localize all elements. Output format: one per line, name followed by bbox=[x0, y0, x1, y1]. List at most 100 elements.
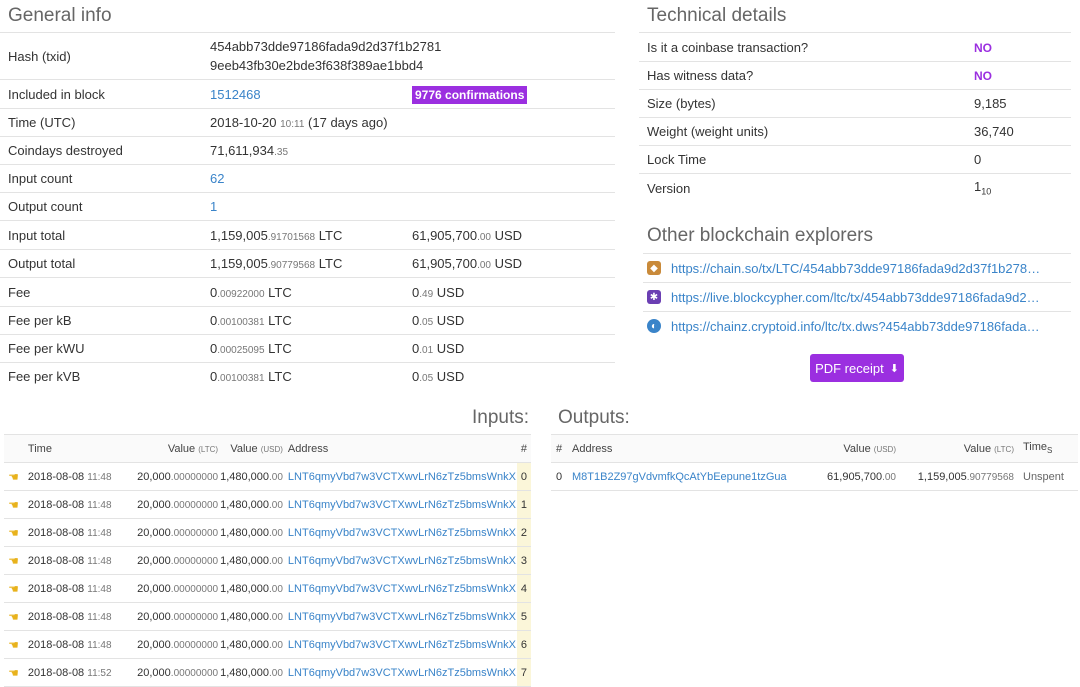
outputs-title: Outputs: bbox=[558, 407, 630, 428]
input-usd-main: 1,480,000 bbox=[220, 666, 270, 679]
input-address-link[interactable]: LNT6qmyVbd7w3VCTXwvLrN6zTz5bmsWnkX bbox=[288, 639, 516, 651]
output-status: Unspent bbox=[1015, 462, 1078, 491]
output-ltc-frac: .90779568 bbox=[966, 471, 1014, 483]
output-usd-frac: .00 bbox=[882, 471, 896, 483]
explorer-link-cryptoid[interactable]: https://chainz.cryptoid.info/ltc/tx.dws?… bbox=[671, 319, 1041, 334]
inputs-table: Time Value (LTC) Value (USD) Address # ☚… bbox=[4, 434, 531, 687]
input-usd-main: 1,480,000 bbox=[220, 610, 270, 623]
input-ltc-frac: .00000000 bbox=[170, 639, 219, 651]
input-link-icon[interactable]: ☚ bbox=[8, 470, 19, 484]
usd-unit: USD bbox=[494, 227, 523, 243]
usd-unit: USD bbox=[436, 369, 465, 385]
input-usd-main: 1,480,000 bbox=[220, 638, 270, 651]
input-link-icon[interactable]: ☚ bbox=[8, 666, 19, 680]
input-ltc-main: 20,000 bbox=[137, 638, 171, 651]
input-link-icon[interactable]: ☚ bbox=[8, 554, 19, 568]
input-ltc-frac: .00000000 bbox=[170, 583, 219, 595]
input-link-icon[interactable]: ☚ bbox=[8, 498, 19, 512]
input-date: 2018-08-08 bbox=[27, 666, 85, 679]
coinbase-value: NO bbox=[974, 40, 992, 55]
fee-unit: LTC bbox=[268, 284, 292, 300]
input-link-icon[interactable]: ☚ bbox=[8, 582, 19, 596]
hash-row: Hash (txid) 454abb73dde97186fada9d2d37f1… bbox=[0, 32, 615, 80]
input-clock: 11:48 bbox=[87, 471, 112, 483]
input-total-label: Input total bbox=[0, 220, 202, 250]
witness-row: Has witness data? NO bbox=[639, 61, 1071, 90]
cryptoid-icon: ◐ bbox=[647, 319, 661, 333]
output-total-unit: LTC bbox=[318, 256, 343, 271]
input-address-link[interactable]: LNT6qmyVbd7w3VCTXwvLrN6zTz5bmsWnkX bbox=[288, 583, 516, 595]
input-link-icon[interactable]: ☚ bbox=[8, 526, 19, 540]
input-total-main: 1,159,005 bbox=[210, 227, 268, 243]
explorer-blockcypher[interactable]: ✱ https://live.blockcypher.com/ltc/tx/45… bbox=[643, 282, 1071, 311]
fee-kvb-row: Fee per kVB 0.00100381 LTC 0.05 USD bbox=[0, 362, 615, 391]
outputs-header-value-usd: Value bbox=[843, 442, 871, 455]
input-address-link[interactable]: LNT6qmyVbd7w3VCTXwvLrN6zTz5bmsWnkX bbox=[288, 499, 516, 511]
pdf-receipt-button[interactable]: PDF receipt ⬇ bbox=[810, 354, 904, 382]
time-label: Time (UTC) bbox=[0, 108, 202, 137]
explorer-link-blockcypher[interactable]: https://live.blockcypher.com/ltc/tx/454a… bbox=[671, 290, 1041, 305]
fee-row: Fee 0.00922000 LTC 0.49 USD bbox=[0, 277, 615, 307]
coindays-row: Coindays destroyed 71,611,934.35 bbox=[0, 136, 615, 165]
fee-usd-frac: .49 bbox=[419, 288, 434, 300]
fee-kb-frac: .00100381 bbox=[217, 317, 265, 328]
output-count-row: Output count 1 bbox=[0, 192, 615, 221]
input-row: ☚ 2018-08-08 11:48 20,000.00000000 1,480,00… bbox=[4, 602, 531, 631]
output-total-main: 1,159,005 bbox=[210, 256, 268, 271]
input-usd-frac: .00 bbox=[269, 583, 283, 595]
explorer-link-chainso[interactable]: https://chain.so/tx/LTC/454abb73dde97186… bbox=[671, 261, 1041, 276]
input-row: ☚ 2018-08-08 11:48 20,000.00000000 1,480,00… bbox=[4, 518, 531, 547]
input-total-usd-main: 61,905,700 bbox=[412, 227, 478, 243]
inputs-header-value-ltc: Value bbox=[167, 442, 196, 455]
input-usd-frac: .00 bbox=[269, 471, 283, 483]
input-ltc-main: 20,000 bbox=[137, 526, 171, 539]
input-row: ☚ 2018-08-08 11:48 20,000.00000000 1,480,00… bbox=[4, 630, 531, 659]
input-ltc-frac: .00000000 bbox=[170, 527, 219, 539]
input-usd-frac: .00 bbox=[269, 667, 283, 679]
input-address-link[interactable]: LNT6qmyVbd7w3VCTXwvLrN6zTz5bmsWnkX bbox=[288, 667, 516, 679]
witness-value: NO bbox=[974, 69, 992, 83]
input-address-link[interactable]: LNT6qmyVbd7w3VCTXwvLrN6zTz5bmsWnkX bbox=[288, 611, 516, 623]
input-date: 2018-08-08 bbox=[27, 582, 85, 595]
output-count-label: Output count bbox=[0, 192, 202, 221]
outputs-header-value-ltc: Value bbox=[963, 442, 992, 455]
fee-frac: .00922000 bbox=[217, 288, 265, 300]
input-index: 0 bbox=[516, 462, 531, 491]
fee-kwu-unit: LTC bbox=[268, 341, 292, 356]
input-total-frac: .91701568 bbox=[267, 231, 316, 243]
input-index: 3 bbox=[516, 546, 531, 575]
fee-kb-unit: LTC bbox=[268, 313, 292, 328]
input-ltc-main: 20,000 bbox=[137, 666, 171, 679]
input-total-row: Input total 1,159,005.91701568 LTC 61,90… bbox=[0, 220, 615, 250]
input-usd-frac: .00 bbox=[269, 527, 283, 539]
input-link-icon[interactable]: ☚ bbox=[8, 610, 19, 624]
output-usd-main: 61,905,700 bbox=[827, 470, 883, 483]
weight-label: Weight (weight units) bbox=[639, 117, 966, 146]
output-address-link[interactable]: M8T1B2Z97gVdvmfkQcAtYbEepune1tzGua bbox=[572, 471, 787, 483]
coinbase-label: Is it a coinbase transaction? bbox=[639, 32, 966, 62]
input-date: 2018-08-08 bbox=[27, 638, 85, 651]
input-address-link[interactable]: LNT6qmyVbd7w3VCTXwvLrN6zTz5bmsWnkX bbox=[288, 555, 516, 567]
input-date: 2018-08-08 bbox=[27, 470, 85, 483]
block-link[interactable]: 1512468 bbox=[210, 87, 261, 102]
weight-value: 36,740 bbox=[966, 117, 1071, 146]
outputs-header-ltc-unit: (LTC) bbox=[994, 444, 1014, 454]
explorer-chainso[interactable]: ◆ https://chain.so/tx/LTC/454abb73dde971… bbox=[643, 253, 1071, 282]
input-count-link[interactable]: 62 bbox=[210, 171, 224, 186]
inputs-title: Inputs: bbox=[472, 407, 530, 428]
fee-kwu-label: Fee per kWU bbox=[0, 334, 202, 363]
hash-line-2: 9eeb43fb30e2bde3f638f389ae1bbd4 bbox=[210, 58, 424, 73]
input-clock: 11:48 bbox=[87, 639, 112, 651]
input-address-link[interactable]: LNT6qmyVbd7w3VCTXwvLrN6zTz5bmsWnkX bbox=[288, 527, 516, 539]
coindays-label: Coindays destroyed bbox=[0, 136, 202, 165]
inputs-header-usd-unit: (USD) bbox=[260, 444, 283, 454]
inputs-header-time: Time bbox=[22, 434, 119, 463]
explorer-cryptoid[interactable]: ◐ https://chainz.cryptoid.info/ltc/tx.dw… bbox=[643, 311, 1071, 340]
output-ltc-main: 1,159,005 bbox=[917, 470, 967, 483]
input-address-link[interactable]: LNT6qmyVbd7w3VCTXwvLrN6zTz5bmsWnkX bbox=[288, 471, 516, 483]
input-count-label: Input count bbox=[0, 164, 202, 193]
output-count-link[interactable]: 1 bbox=[210, 199, 217, 214]
input-link-icon[interactable]: ☚ bbox=[8, 638, 19, 652]
fee-kvb-label: Fee per kVB bbox=[0, 362, 202, 391]
input-clock: 11:48 bbox=[87, 499, 112, 511]
